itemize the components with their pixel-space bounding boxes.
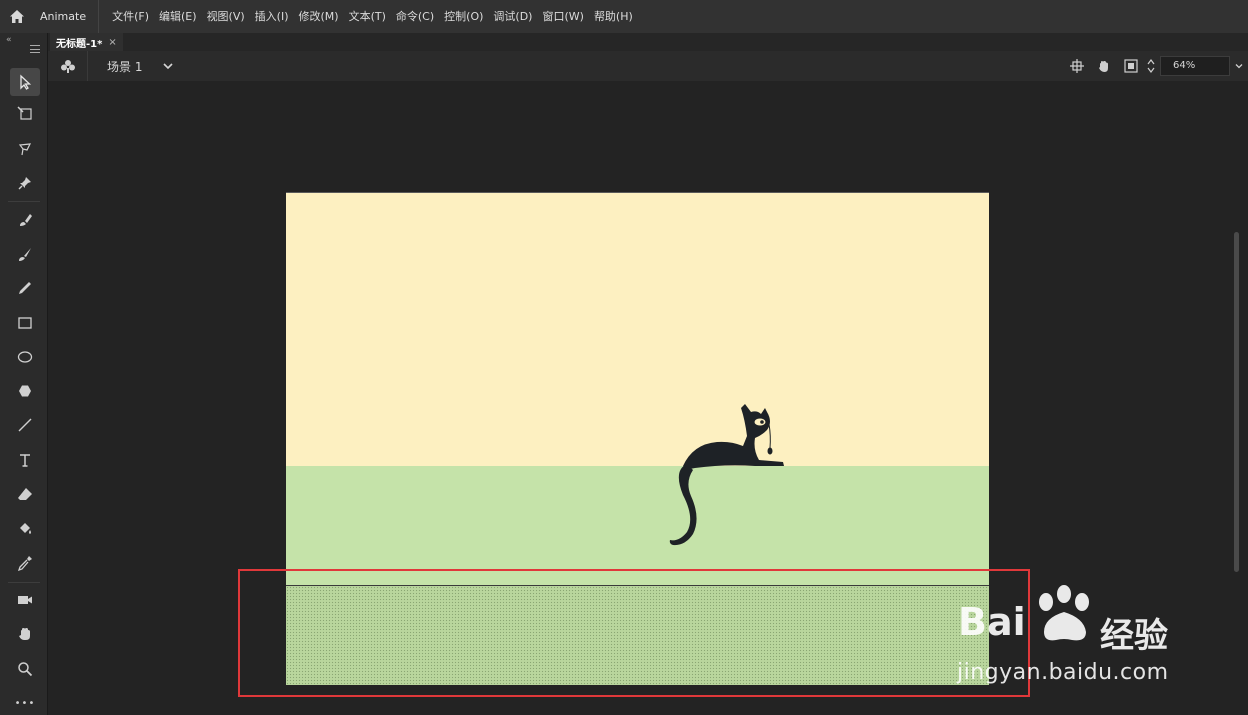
watermark-brand-latin: Bai xyxy=(958,600,1026,644)
pencil-tool-icon[interactable] xyxy=(10,274,40,302)
baidu-paw-logo-icon xyxy=(1039,585,1089,641)
sky-background xyxy=(286,193,989,466)
menu-control[interactable]: 控制(O) xyxy=(439,0,488,33)
menu-edit[interactable]: 编辑(E) xyxy=(154,0,202,33)
vertical-scrollbar[interactable] xyxy=(1234,232,1239,572)
text-tool-icon[interactable] xyxy=(10,446,40,474)
paint-bucket-tool-icon[interactable] xyxy=(10,515,40,543)
watermark-brand-cn: 经验 xyxy=(1100,616,1168,656)
menu-modify[interactable]: 修改(M) xyxy=(294,0,344,33)
scene-label: 场景 1 xyxy=(107,59,143,74)
scene-dropdown-chevron-icon[interactable] xyxy=(162,60,174,72)
menu-insert[interactable]: 插入(I) xyxy=(250,0,294,33)
document-tab-title: 无标题-1* xyxy=(56,38,103,50)
zoom-stepper-icon[interactable] xyxy=(1144,51,1158,81)
menu-file[interactable]: 文件(F) xyxy=(107,0,154,33)
menu-window[interactable]: 窗口(W) xyxy=(537,0,588,33)
tools-panel: « ••• xyxy=(0,33,48,715)
stage[interactable] xyxy=(286,192,989,585)
collapse-panel-icon[interactable]: « xyxy=(6,35,12,45)
menu-commands[interactable]: 命令(C) xyxy=(391,0,439,33)
scene-bar: 场景 1 64% xyxy=(48,51,1248,81)
line-tool-icon[interactable] xyxy=(10,411,40,439)
clip-content-icon[interactable] xyxy=(1117,51,1144,81)
zoom-tool-icon[interactable] xyxy=(10,655,40,683)
cat-illustration[interactable] xyxy=(665,400,790,548)
eyedropper-tool-icon[interactable] xyxy=(10,549,40,577)
menu-help[interactable]: 帮助(H) xyxy=(589,0,638,33)
panel-menu-icon[interactable] xyxy=(30,45,40,53)
rectangle-tool-icon[interactable] xyxy=(10,309,40,337)
edit-symbols-icon[interactable] xyxy=(48,51,88,81)
oval-tool-icon[interactable] xyxy=(10,343,40,371)
hand-tool-icon[interactable] xyxy=(10,620,40,648)
free-transform-tool-icon[interactable] xyxy=(10,100,40,128)
menu-view[interactable]: 视图(V) xyxy=(202,0,250,33)
center-stage-icon[interactable] xyxy=(1063,51,1090,81)
home-icon[interactable] xyxy=(0,0,34,33)
menu-bar: Animate 文件(F) 编辑(E) 视图(V) 插入(I) 修改(M) 文本… xyxy=(0,0,1248,33)
stage-controls: 64% xyxy=(1063,51,1248,81)
paint-brush-tool-icon[interactable] xyxy=(10,206,40,234)
menu-debug[interactable]: 调试(D) xyxy=(488,0,537,33)
menu-text[interactable]: 文本(T) xyxy=(344,0,391,33)
brush-tool-icon[interactable] xyxy=(10,240,40,268)
eraser-tool-icon[interactable] xyxy=(10,480,40,508)
zoom-dropdown-chevron-icon[interactable] xyxy=(1230,51,1248,81)
zoom-input[interactable]: 64% xyxy=(1160,56,1230,76)
pin-tool-icon[interactable] xyxy=(10,169,40,197)
highlight-box xyxy=(238,569,1030,697)
polystar-tool-icon[interactable] xyxy=(10,377,40,405)
watermark-url: jingyan.baidu.com xyxy=(957,660,1169,685)
rotate-stage-icon[interactable] xyxy=(1090,51,1117,81)
app-name: Animate xyxy=(34,0,100,33)
selection-tool-icon[interactable] xyxy=(10,68,40,96)
document-tab-bar: 无标题-1* × xyxy=(48,33,1248,51)
document-tab[interactable]: 无标题-1* × xyxy=(50,33,123,51)
ground-background xyxy=(286,466,989,585)
close-tab-icon[interactable]: × xyxy=(108,37,116,48)
lasso-tool-icon[interactable] xyxy=(10,135,40,163)
camera-tool-icon[interactable] xyxy=(10,586,40,614)
more-tools-icon[interactable]: ••• xyxy=(10,693,40,713)
